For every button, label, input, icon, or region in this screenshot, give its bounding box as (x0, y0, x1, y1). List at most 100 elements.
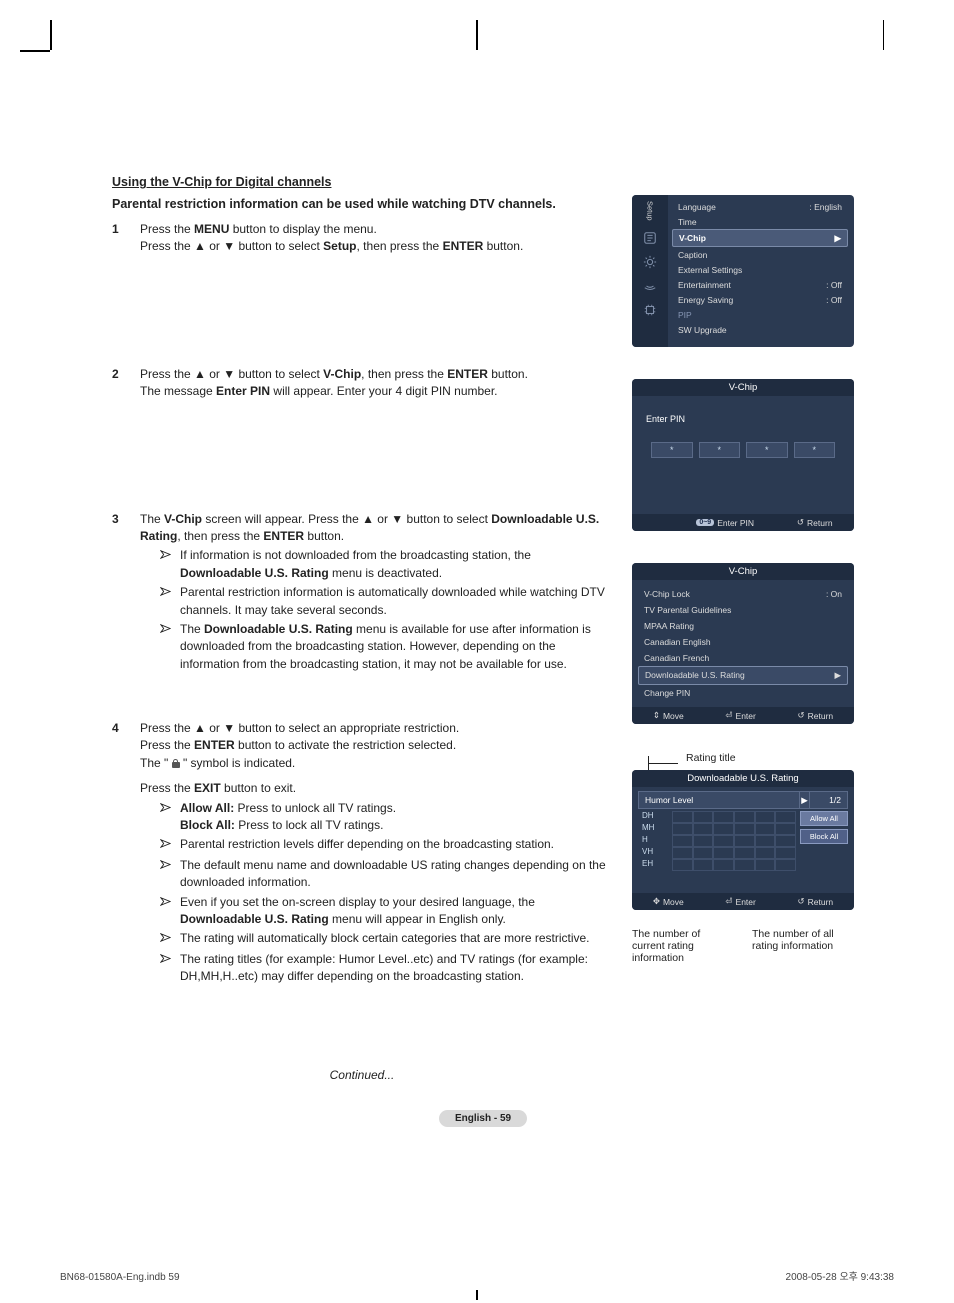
pin-field[interactable]: * (746, 442, 788, 458)
rating-cell[interactable] (693, 835, 714, 847)
step-3: 3 The V-Chip screen will appear. Press t… (112, 511, 612, 676)
bullet: The default menu name and downloadable U… (160, 857, 612, 892)
rating-cell[interactable] (734, 823, 755, 835)
rating-cell[interactable] (693, 859, 714, 871)
rating-cell[interactable] (775, 859, 796, 871)
osd-downloadable-rating: Downloadable U.S. Rating Humor Level ▶ 1… (632, 770, 854, 910)
pin-field[interactable]: * (699, 442, 741, 458)
block-all-button[interactable]: Block All (800, 829, 848, 844)
arrow-icon (160, 800, 172, 835)
rating-cell[interactable] (672, 823, 693, 835)
lock-icon (172, 759, 180, 768)
menu-item[interactable]: Canadian French (638, 650, 848, 666)
enter-hint: ⏎ Enter (725, 710, 755, 721)
rating-cell[interactable] (734, 859, 755, 871)
sat-icon (643, 279, 657, 293)
menu-item[interactable]: Downloadable U.S. Rating▶ (638, 666, 848, 685)
rating-cell[interactable] (713, 835, 734, 847)
step-body: Press the ▲ or ▼ button to select an app… (140, 720, 612, 987)
rating-cell[interactable] (775, 823, 796, 835)
arrow-icon (160, 930, 172, 948)
menu-item[interactable]: Energy Saving: Off (672, 292, 848, 307)
gear-icon (643, 255, 657, 269)
rating-cell[interactable] (734, 835, 755, 847)
arrow-icon (160, 836, 172, 854)
rating-cell[interactable] (755, 823, 776, 835)
menu-item[interactable]: Caption (672, 247, 848, 262)
osd-title: V-Chip (632, 379, 854, 396)
pin-field[interactable]: * (794, 442, 836, 458)
osd-vchip-menu: V-Chip V-Chip Lock: OnTV Parental Guidel… (632, 563, 854, 724)
menu-item[interactable]: Language: English (672, 199, 848, 214)
section-intro: Parental restriction information can be … (112, 197, 612, 211)
move-hint: ✥ Move (653, 896, 684, 907)
footer-left: BN68-01580A-Eng.indb 59 (60, 1272, 180, 1283)
menu-item[interactable]: Change PIN (638, 685, 848, 701)
rating-cell[interactable] (755, 811, 776, 823)
rating-cell[interactable] (734, 847, 755, 859)
step-body: Press the MENU button to display the men… (140, 221, 612, 256)
enter-hint: ⏎ Enter (725, 896, 755, 907)
chip-icon (643, 303, 657, 317)
osd-title: V-Chip (632, 563, 854, 580)
rating-cell[interactable] (713, 823, 734, 835)
menu-item[interactable]: Time (672, 214, 848, 229)
lang-icon (643, 231, 657, 245)
setup-tab: Setup (646, 201, 655, 221)
annotation-right: The number of all rating information (752, 928, 854, 964)
menu-item[interactable]: TV Parental Guidelines (638, 602, 848, 618)
rating-cell[interactable] (672, 811, 693, 823)
menu-item[interactable]: V-Chip▶ (672, 229, 848, 247)
rating-cell[interactable] (734, 811, 755, 823)
pin-label: Enter PIN (642, 414, 844, 424)
rating-cell[interactable] (775, 811, 796, 823)
bullet: Even if you set the on-screen display to… (160, 894, 612, 929)
page-number: English - 59 (112, 1110, 854, 1127)
return-hint: ↺ Return (798, 710, 834, 721)
rating-cell[interactable] (672, 847, 693, 859)
bullet: Allow All: Press to unlock all TV rating… (160, 800, 612, 835)
rating-cell[interactable] (755, 835, 776, 847)
menu-item[interactable]: V-Chip Lock: On (638, 586, 848, 602)
rating-cell[interactable] (775, 835, 796, 847)
rating-cell[interactable] (693, 847, 714, 859)
rating-cell[interactable] (693, 811, 714, 823)
arrow-icon (160, 951, 172, 986)
return-hint: ↺ Return (797, 517, 833, 528)
rating-cell[interactable] (672, 859, 693, 871)
rating-cell[interactable] (713, 847, 734, 859)
pin-field[interactable]: * (651, 442, 693, 458)
bullet: If information is not downloaded from th… (160, 547, 612, 582)
step-4: 4 Press the ▲ or ▼ button to select an a… (112, 720, 612, 987)
rating-cell[interactable] (713, 811, 734, 823)
move-hint: ⇕ Move (653, 710, 684, 721)
arrow-icon (160, 857, 172, 892)
step-number: 4 (112, 720, 126, 987)
rating-cell[interactable] (775, 847, 796, 859)
menu-item[interactable]: PIP (672, 307, 848, 322)
rating-cell[interactable] (755, 859, 776, 871)
allow-all-button[interactable]: Allow All (800, 811, 848, 826)
menu-item[interactable]: SW Upgrade (672, 322, 848, 337)
rating-cell[interactable] (713, 859, 734, 871)
rating-cell[interactable] (693, 823, 714, 835)
step-number: 3 (112, 511, 126, 676)
rating-header: Humor Level ▶ 1/2 (638, 791, 848, 809)
menu-item[interactable]: Canadian English (638, 634, 848, 650)
bullet: The Downloadable U.S. Rating menu is ava… (160, 621, 612, 673)
continued: Continued... (112, 1068, 612, 1082)
return-hint: ↺ Return (798, 896, 834, 907)
menu-item[interactable]: MPAA Rating (638, 618, 848, 634)
bullet: The rating will automatically block cert… (160, 930, 612, 948)
bullet: The rating titles (for example: Humor Le… (160, 951, 612, 986)
arrow-icon (160, 621, 172, 673)
annotation-rating-title: Rating title (632, 752, 854, 770)
osd-setup-menu: Setup Language: EnglishTimeV-Chip▶Captio… (632, 195, 854, 347)
menu-item[interactable]: Entertainment: Off (672, 277, 848, 292)
rating-cell[interactable] (755, 847, 776, 859)
menu-item[interactable]: External Settings (672, 262, 848, 277)
osd-column: Setup Language: EnglishTimeV-Chip▶Captio… (632, 175, 854, 1082)
bullet: Parental restriction levels differ depen… (160, 836, 612, 854)
rating-cell[interactable] (672, 835, 693, 847)
bullet: Parental restriction information is auto… (160, 584, 612, 619)
